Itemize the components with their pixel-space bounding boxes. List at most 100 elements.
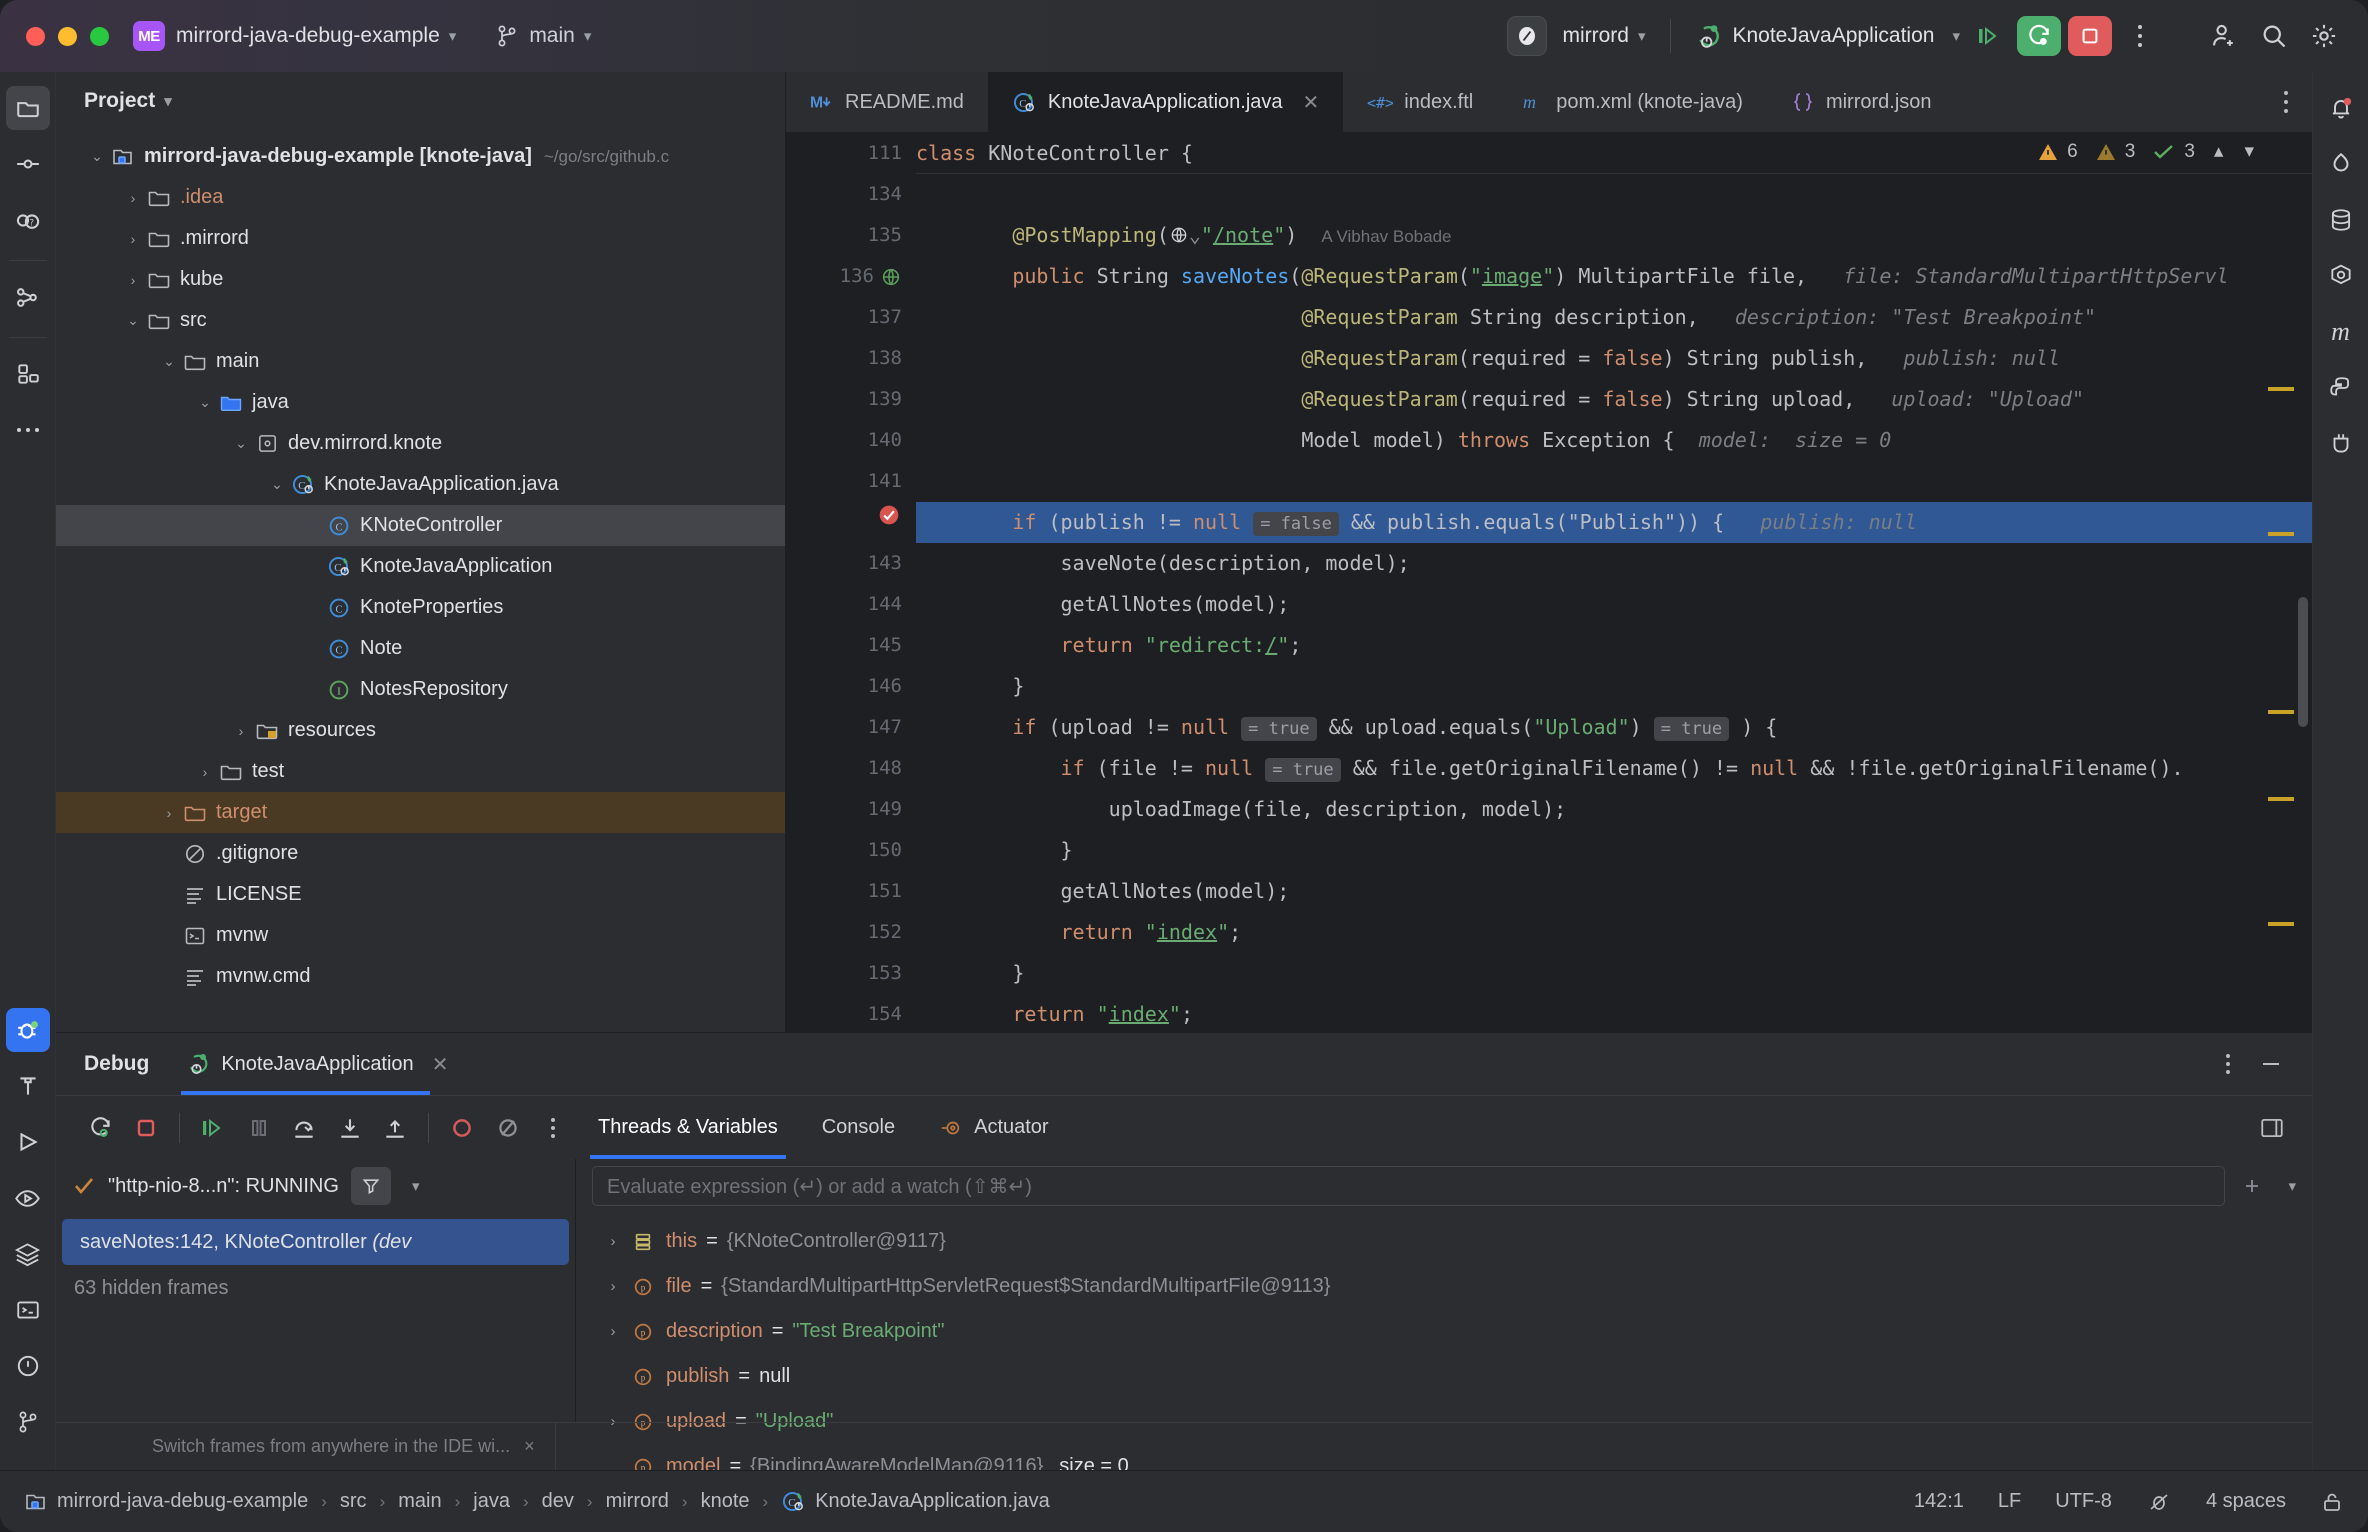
add-watch-icon[interactable] — [2239, 1174, 2265, 1198]
frame-item[interactable]: 63 hidden frames — [56, 1265, 575, 1311]
pause-icon[interactable] — [236, 1105, 282, 1151]
editor-scrollbar-thumb[interactable] — [2298, 597, 2308, 727]
breadcrumb-item[interactable]: java — [473, 1490, 510, 1513]
tree-item-note[interactable]: C Note — [56, 628, 785, 669]
frame-list[interactable]: saveNotes:142, KNoteController (dev 63 hi… — [56, 1213, 575, 1422]
pull-request-icon[interactable]: ? — [6, 198, 50, 242]
ai-icon[interactable] — [2319, 142, 2363, 186]
marker-warning[interactable] — [2268, 922, 2294, 926]
editor-tab-readme-md[interactable]: M README.md — [786, 72, 988, 132]
debug-step-icon[interactable] — [1966, 16, 2010, 56]
breadcrumb-item[interactable]: C KnoteJavaApplication.java — [781, 1489, 1050, 1514]
editor-tabs-more-icon[interactable] — [2260, 72, 2312, 132]
tree-item-main[interactable]: ⌄ main — [56, 341, 785, 382]
minimize-window-button[interactable] — [58, 26, 77, 46]
branch-selector[interactable]: main ▾ — [496, 24, 591, 48]
editor-code[interactable]: @PostMapping(⌄"/note") A Vibhav Bobade p… — [916, 132, 2312, 1032]
debug-layout-settings-icon[interactable] — [2258, 1115, 2312, 1141]
chevron-down-icon[interactable]: ▾ — [412, 1177, 420, 1195]
layers-icon[interactable] — [6, 1232, 50, 1276]
ellipsis-icon[interactable] — [6, 408, 50, 452]
variable-expand-arrow[interactable]: › — [598, 1278, 628, 1295]
project-panel-header[interactable]: Project ▾ — [56, 72, 785, 130]
inspection-off-icon[interactable] — [2146, 1490, 2172, 1514]
code-line[interactable]: @PostMapping(⌄"/note") A Vibhav Bobade — [916, 215, 2312, 256]
thread-selector[interactable]: "http-nio-8...n": RUNNING ▾ — [56, 1159, 575, 1213]
step-out-icon[interactable] — [373, 1105, 419, 1151]
breadcrumb-item[interactable]: main — [398, 1490, 441, 1513]
tree-expand-arrow[interactable]: › — [230, 723, 252, 739]
tree-item-target[interactable]: › target — [56, 792, 785, 833]
breadcrumb-item[interactable]: src — [340, 1490, 367, 1513]
gutter-line-number[interactable]: 134 — [786, 174, 902, 215]
gutter-line-number[interactable]: 141 — [786, 461, 902, 502]
code-line[interactable]: @RequestParam String description, descri… — [916, 297, 2312, 338]
indent-setting[interactable]: 4 spaces — [2206, 1490, 2286, 1513]
caret-position[interactable]: 142:1 — [1914, 1490, 1964, 1513]
tree-item-knotejavaapplication-java[interactable]: ⌄ C KnoteJavaApplication.java — [56, 464, 785, 505]
gutter-line-number[interactable]: 154 — [786, 994, 902, 1032]
close-icon[interactable]: × — [524, 1436, 535, 1457]
tree-expand-arrow[interactable]: ⌄ — [158, 353, 180, 370]
mirrord-label[interactable]: mirrord — [1562, 24, 1629, 48]
code-line[interactable]: } — [916, 666, 2312, 707]
editor-gutter[interactable]: 134 135 136 137 138 139 140 141 143 144 145 146 14… — [786, 132, 916, 1032]
tree-expand-arrow[interactable]: › — [194, 764, 216, 780]
gutter-line-number[interactable]: 151 — [786, 871, 902, 912]
run-configuration-selector[interactable]: KnoteJavaApplication ▾ — [1696, 23, 1960, 50]
gutter-line-number[interactable]: 140 — [786, 420, 902, 461]
gutter-line-number[interactable]: 145 — [786, 625, 902, 666]
project-tree[interactable]: ⌄ mirrord-java-debug-example [knote-java]… — [56, 130, 785, 1032]
code-line[interactable]: } — [916, 830, 2312, 871]
code-editor[interactable]: 111 class KNoteController { 6 3 3 ▴ ▾ 13… — [786, 132, 2312, 1032]
code-line[interactable]: return "index"; — [916, 994, 2312, 1032]
gutter-line-number[interactable]: 138 — [786, 338, 902, 379]
editor-tab-bar[interactable]: M README.md C KnoteJavaApplication.java ✕ <#>… — [786, 72, 2312, 132]
code-line[interactable]: uploadImage(file, description, model); — [916, 789, 2312, 830]
settings-icon[interactable] — [2302, 16, 2346, 56]
tree-item-mirrord-java-debug-example-knote-java[interactable]: ⌄ mirrord-java-debug-example [knote-java]… — [56, 136, 785, 177]
tree-item-mvnw[interactable]: mvnw — [56, 915, 785, 956]
tree-item-java[interactable]: ⌄ java — [56, 382, 785, 423]
inspection-widget[interactable]: 6 3 3 ▴ ▾ — [2036, 140, 2254, 163]
gutter-line-number[interactable]: 144 — [786, 584, 902, 625]
gutter-line-number[interactable]: 153 — [786, 953, 902, 994]
code-line[interactable]: @RequestParam(required = false) String u… — [916, 379, 2312, 420]
account-icon[interactable] — [2202, 16, 2246, 56]
tree-item-dev-mirrord-knote[interactable]: ⌄ dev.mirrord.knote — [56, 423, 785, 464]
view-breakpoints-icon[interactable] — [439, 1105, 485, 1151]
chevron-down-icon[interactable]: ▾ — [2288, 1177, 2296, 1195]
tree-item-kube[interactable]: › kube — [56, 259, 785, 300]
rerun-icon[interactable] — [78, 1105, 124, 1151]
database-icon[interactable] — [2319, 198, 2363, 242]
code-line[interactable]: if (upload != null = true && upload.equa… — [916, 707, 2312, 748]
gutter-line-number[interactable]: 152 — [786, 912, 902, 953]
marker-warning[interactable] — [2268, 710, 2294, 714]
code-line[interactable]: return "index"; — [916, 912, 2312, 953]
stop-button[interactable] — [2068, 16, 2112, 56]
breadcrumb-item[interactable]: knote — [701, 1490, 750, 1513]
tree-expand-arrow[interactable]: › — [122, 231, 144, 247]
gutter-line-number[interactable]: 150 — [786, 830, 902, 871]
debug-session-tab[interactable]: KnoteJavaApplication ✕ — [181, 1033, 454, 1095]
marker-warning[interactable] — [2268, 797, 2294, 801]
python-icon[interactable] — [2319, 366, 2363, 410]
tree-item-test[interactable]: › test — [56, 751, 785, 792]
variable-row[interactable]: › p description = "Test Breakpoint" — [576, 1309, 2312, 1354]
tree-item-knotejavaapplication[interactable]: C KnoteJavaApplication — [56, 546, 785, 587]
warning-circle-icon[interactable] — [6, 1344, 50, 1388]
tree-item-idea[interactable]: › .idea — [56, 177, 785, 218]
editor-tab-knotejavaapplication-java[interactable]: C KnoteJavaApplication.java ✕ — [987, 72, 1344, 132]
code-line[interactable]: @RequestParam(required = false) String p… — [916, 338, 2312, 379]
chevron-down-icon[interactable]: ▾ — [164, 92, 172, 110]
tree-expand-arrow[interactable]: ⌄ — [266, 476, 288, 493]
close-window-button[interactable] — [26, 26, 45, 46]
gutter-breakpoint[interactable] — [786, 502, 902, 543]
stop-icon[interactable] — [124, 1105, 170, 1151]
bell-icon[interactable] — [2319, 86, 2363, 130]
gutter-line-number[interactable]: 136 — [786, 256, 902, 297]
line-separator[interactable]: LF — [1998, 1490, 2021, 1513]
gutter-line-number[interactable]: 148 — [786, 748, 902, 789]
gutter-line-number[interactable]: 143 — [786, 543, 902, 584]
debug-subtabs[interactable]: Threads & Variables Console Actuator — [576, 1096, 1071, 1159]
